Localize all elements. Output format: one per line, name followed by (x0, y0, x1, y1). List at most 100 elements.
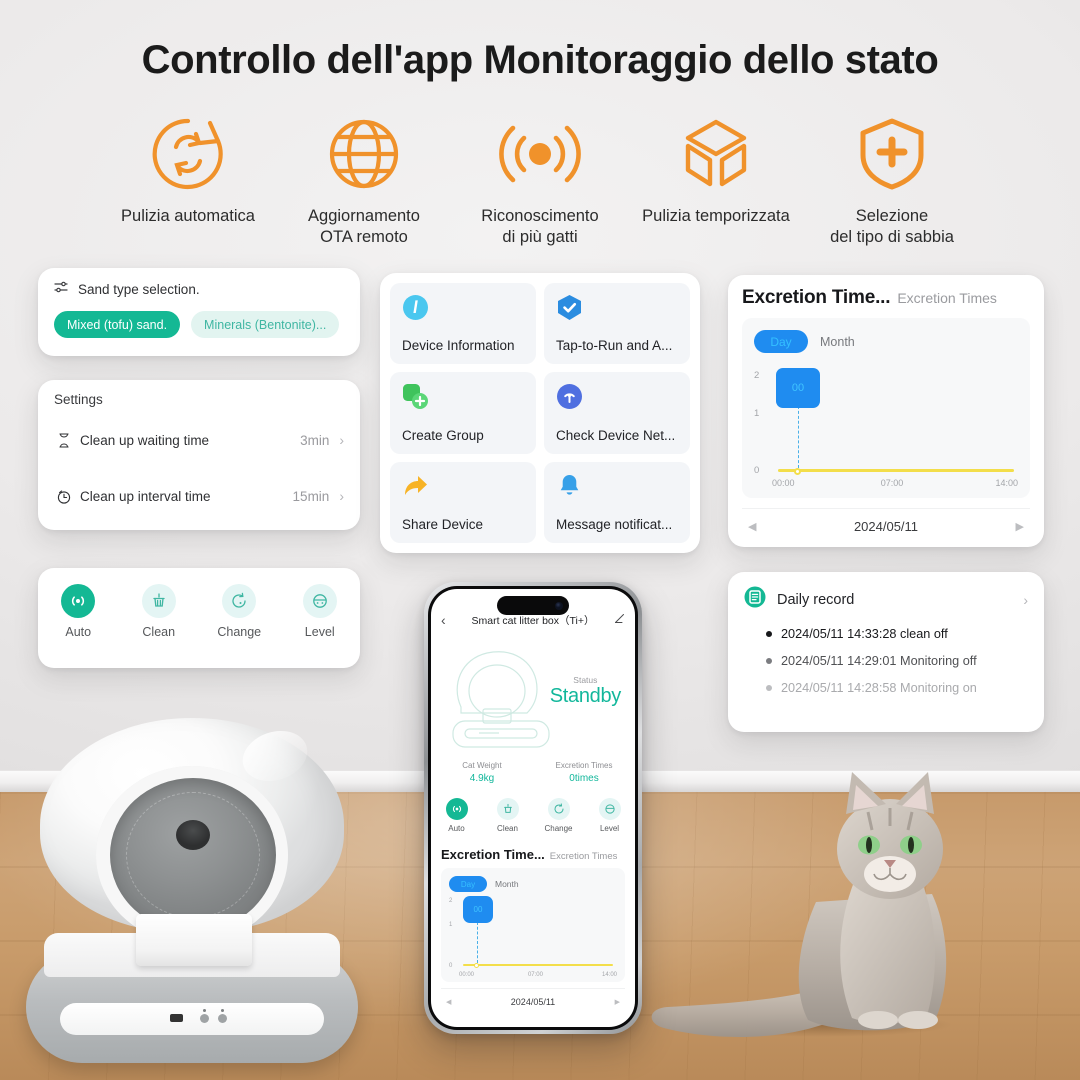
shield-plus-icon (804, 116, 980, 192)
metric-cat-weight: Cat Weight 4.9kg (431, 761, 533, 784)
chart-title: Excretion Time... (742, 287, 891, 308)
change-rotate-icon (547, 798, 570, 820)
phone-hero: Status Standby (431, 637, 635, 761)
sliders-icon (54, 280, 69, 299)
feature-multi-cat: Riconoscimento di più gatti (452, 116, 628, 248)
mode-label: Level (304, 625, 335, 639)
phone-segment-day[interactable]: Day (449, 876, 487, 892)
stopwatch-icon (54, 489, 74, 504)
phone-screen: ‹ Smart cat litter box（Ti+） Status Stand… (431, 589, 635, 1027)
chart-subtitle: Excretion Times (897, 290, 997, 306)
record-text: 2024/05/11 14:28:58 Monitoring on (781, 681, 977, 695)
cat-photo (640, 752, 1040, 1052)
phone-date-next-button[interactable]: ▶ (615, 998, 620, 1006)
x-tick-1: 07:00 (527, 972, 543, 978)
metric-label: Excretion Times (555, 761, 613, 770)
x-tick-1: 07:00 (880, 478, 904, 488)
tooltip-stem (798, 406, 799, 468)
feature-sand-type: Selezione del tipo di sabbia (804, 116, 980, 248)
settings-card: Settings Clean up waiting time 3min › Cl… (38, 380, 360, 530)
date-prev-button[interactable]: ◀ (748, 520, 756, 533)
segment-month[interactable]: Month (820, 335, 855, 349)
y-tick-2: 2 (449, 898, 453, 904)
globe-ota-icon (276, 116, 452, 192)
feature-timed-clean: Pulizia temporizzata (628, 116, 804, 227)
mode-button-change[interactable]: Change (206, 584, 272, 639)
setting-row-clean-up-waiting-time[interactable]: Clean up waiting time 3min › (38, 417, 360, 463)
tile-label: Device Information (402, 338, 515, 354)
date-next-button[interactable]: ▶ (1016, 520, 1024, 533)
sand-chip-minerals-bentonite[interactable]: Minerals (Bentonite)... (191, 311, 340, 338)
phone-mode-clean[interactable]: Clean (486, 798, 530, 833)
mode-label: Auto (448, 824, 465, 833)
multi-cat-recognition-icon (452, 116, 628, 192)
phone-mockup: ‹ Smart cat litter box（Ti+） Status Stand… (424, 582, 642, 1034)
chart-date-navigator: ◀ 2024/05/11 ▶ (742, 508, 1030, 544)
excretion-times-chart-card: Excretion Time... Excretion Times Day Mo… (728, 275, 1044, 547)
status-value: Standby (549, 685, 622, 707)
x-tick-2: 14:00 (995, 478, 1018, 488)
phone-segment-month[interactable]: Month (495, 879, 519, 889)
list-item: 2024/05/11 14:28:58 Monitoring on (766, 681, 1028, 695)
x-tick-2: 14:00 (601, 972, 617, 978)
phone-mode-change[interactable]: Change (537, 798, 581, 833)
level-gauge-icon (302, 584, 337, 618)
mode-label: Auto (65, 625, 92, 639)
status-label: Status (573, 675, 598, 685)
setting-value: 15min (292, 488, 330, 504)
segment-day[interactable]: Day (754, 330, 808, 353)
phone-mode-auto[interactable]: Auto (435, 798, 479, 833)
tile-share-device[interactable]: Share Device (390, 461, 536, 543)
tile-tap-to-run-and-automation[interactable]: Tap-to-Run and A... (544, 283, 690, 365)
timed-cleaning-box-icon (628, 116, 804, 192)
list-item: 2024/05/11 14:29:01 Monitoring off (766, 654, 1028, 668)
tile-label: Tap-to-Run and A... (556, 338, 673, 354)
bell-notification-icon (556, 473, 678, 505)
auto-signal-icon (61, 584, 96, 618)
mode-label: Change (544, 824, 573, 833)
y-tick-0: 0 (754, 465, 760, 476)
metric-value: 0times (569, 773, 599, 784)
feature-label: Pulizia automatica (121, 207, 255, 225)
tile-label: Create Group (402, 427, 484, 443)
daily-record-icon (744, 586, 766, 613)
sand-chip-mixed-tofu[interactable]: Mixed (tofu) sand. (54, 311, 181, 338)
daily-record-header[interactable]: Daily record › (744, 586, 1028, 613)
phone-chart-title: Excretion Time... (441, 847, 545, 862)
bullet (766, 685, 772, 691)
setting-row-clean-up-interval-time[interactable]: Clean up interval time 15min › (38, 473, 360, 519)
tile-device-information[interactable]: Device Information (390, 283, 536, 365)
setting-label: Clean up waiting time (80, 432, 210, 448)
chart-plot-area: Day Month 2 1 0 00 00:00 07:00 14:00 (742, 318, 1030, 498)
tile-label: Share Device (402, 517, 484, 532)
daily-record-list: 2024/05/11 14:33:28 clean off 2024/05/11… (744, 627, 1028, 695)
create-group-icon (402, 383, 524, 415)
mode-button-level[interactable]: Level (287, 584, 353, 639)
info-circle-icon (402, 294, 524, 326)
mode-label: Clean (497, 824, 518, 833)
tile-check-device-network[interactable]: Check Device Net... (544, 372, 690, 454)
chevron-left-icon[interactable]: ‹ (441, 612, 457, 628)
feature-label: Selezione del tipo di sabbia (830, 207, 954, 246)
phone-metrics: Cat Weight 4.9kg Excretion Times 0times (431, 761, 635, 784)
y-tick-1: 1 (449, 922, 453, 928)
tile-create-group[interactable]: Create Group (390, 372, 536, 454)
pencil-edit-icon[interactable] (609, 613, 625, 627)
phone-date-prev-button[interactable]: ◀ (446, 998, 451, 1006)
record-text: 2024/05/11 14:33:28 clean off (781, 627, 948, 641)
mode-button-clean[interactable]: Clean (126, 584, 192, 639)
broom-clean-icon (496, 798, 519, 820)
x-tick-0: 00:00 (459, 972, 475, 978)
phone-chart-canvas: 2 1 0 00 00:00 07:00 14:00 (449, 896, 617, 978)
dynamic-island (497, 596, 569, 615)
bullet (766, 658, 772, 664)
mode-buttons-card: Auto Clean Change Level (38, 568, 360, 668)
feature-label: Aggiornamento OTA remoto (308, 207, 420, 246)
y-tick-0: 0 (449, 963, 453, 969)
tile-message-notification[interactable]: Message notificat... (544, 461, 690, 543)
y-tick-2: 2 (754, 370, 760, 381)
mode-button-auto[interactable]: Auto (45, 584, 111, 639)
auto-signal-icon (445, 798, 468, 820)
litter-box-product (18, 718, 366, 1063)
phone-mode-level[interactable]: Level (588, 798, 632, 833)
